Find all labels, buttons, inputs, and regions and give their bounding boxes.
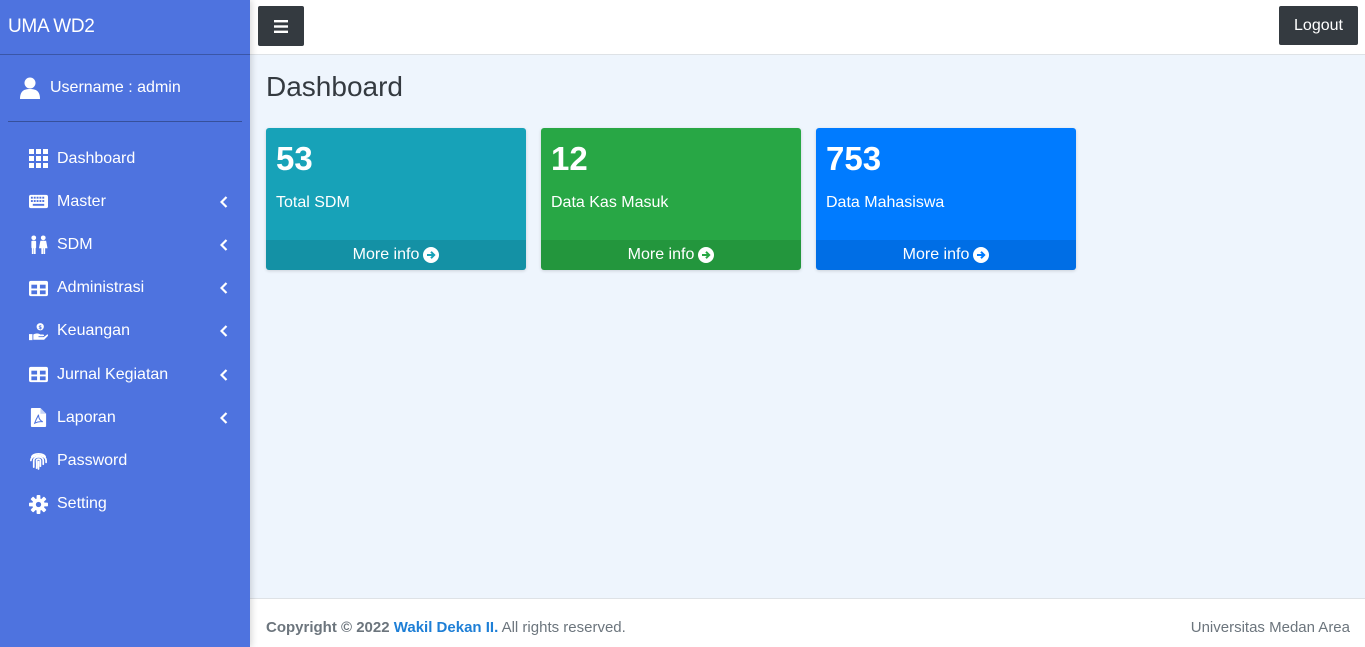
sidebar-item-label: Dashboard	[57, 149, 136, 167]
owner-link[interactable]: Wakil Dekan II.	[394, 619, 498, 636]
table-icon	[28, 278, 48, 298]
arrow-circle-right-icon	[698, 247, 715, 263]
sidebar-item-sdm[interactable]: SDM	[0, 223, 250, 266]
more-info-label: More info	[352, 246, 420, 263]
more-info-link[interactable]: More info	[816, 240, 1076, 270]
table-icon	[28, 365, 48, 385]
sidebar-item-label: Master	[57, 192, 106, 210]
more-info-label: More info	[627, 246, 695, 263]
gear-icon	[28, 494, 48, 514]
people-icon	[28, 235, 48, 255]
sidebar-item-master[interactable]: Master	[0, 180, 250, 223]
page-footer: Copyright © 2022 Wakil Dekan II. All rig…	[250, 598, 1365, 647]
sidebar-item-label: Setting	[57, 495, 107, 513]
keyboard-icon	[28, 192, 48, 212]
stat-value: 53	[276, 140, 313, 177]
user-panel: Username : admin	[8, 55, 242, 122]
logout-button[interactable]: Logout	[1279, 6, 1358, 45]
sidebar-item-label: Password	[57, 451, 128, 469]
main-content: Dashboard 53 Total SDM More info 12 Data…	[250, 55, 1365, 598]
sidebar-item-label: Administrasi	[57, 279, 145, 297]
copyright: Copyright © 2022 Wakil Dekan II. All rig…	[266, 619, 626, 636]
page-title: Dashboard	[266, 71, 403, 102]
topbar: Logout	[250, 0, 1365, 55]
chevron-left-icon	[220, 196, 228, 208]
more-info-link[interactable]: More info	[541, 240, 801, 270]
sidebar-item-label: Keuangan	[57, 322, 130, 340]
chevron-left-icon	[220, 411, 228, 424]
username-label: Username : admin	[50, 79, 181, 96]
user-icon	[20, 77, 40, 99]
sidebar-item-password[interactable]: Password	[0, 439, 250, 482]
copyright-prefix: Copyright © 2022	[266, 619, 390, 636]
footer-institution: Universitas Medan Area	[1190, 619, 1350, 636]
file-pdf-icon	[28, 408, 48, 428]
arrow-circle-right-icon	[423, 247, 440, 263]
chevron-left-icon	[220, 282, 228, 294]
sidebar-item-keuangan[interactable]: $ Keuangan	[0, 310, 250, 353]
stat-box-data-kas-masuk: 12 Data Kas Masuk More info	[541, 128, 801, 270]
sidebar: UMA WD2 Username : admin Dashboard Maste…	[0, 0, 250, 647]
copyright-suffix: All rights reserved.	[501, 619, 626, 636]
sidebar-item-label: Jurnal Kegiatan	[57, 365, 169, 383]
chevron-left-icon	[220, 325, 228, 338]
stat-box-data-mahasiswa: 753 Data Mahasiswa More info	[816, 128, 1076, 270]
more-info-link[interactable]: More info	[266, 240, 526, 270]
stat-caption: Data Kas Masuk	[551, 194, 669, 211]
sidebar-nav: Dashboard Master SDM Administrasi $ Keua…	[0, 122, 250, 526]
chevron-left-icon	[220, 368, 228, 381]
more-info-label: More info	[902, 246, 970, 263]
stat-value: 12	[551, 140, 588, 177]
sidebar-item-dashboard[interactable]: Dashboard	[0, 137, 250, 180]
hand-holding-usd-icon: $	[28, 321, 48, 341]
hamburger-icon	[274, 19, 288, 33]
grid-icon	[28, 149, 48, 169]
sidebar-item-setting[interactable]: Setting	[0, 483, 250, 526]
sidebar-item-jurnal-kegiatan[interactable]: Jurnal Kegiatan	[0, 353, 250, 396]
fingerprint-icon	[28, 451, 48, 471]
sidebar-item-label: SDM	[57, 235, 93, 253]
stat-caption: Total SDM	[276, 194, 350, 211]
arrow-circle-right-icon	[973, 247, 990, 263]
sidebar-item-administrasi[interactable]: Administrasi	[0, 267, 250, 310]
stat-box-total-sdm: 53 Total SDM More info	[266, 128, 526, 270]
brand-title[interactable]: UMA WD2	[0, 0, 250, 55]
chevron-left-icon	[220, 239, 228, 251]
sidebar-item-laporan[interactable]: Laporan	[0, 396, 250, 439]
stat-caption: Data Mahasiswa	[826, 194, 945, 211]
menu-toggle-button[interactable]	[258, 6, 304, 46]
sidebar-item-label: Laporan	[57, 408, 116, 426]
stat-value: 753	[826, 140, 882, 177]
svg-text:$: $	[38, 325, 42, 331]
